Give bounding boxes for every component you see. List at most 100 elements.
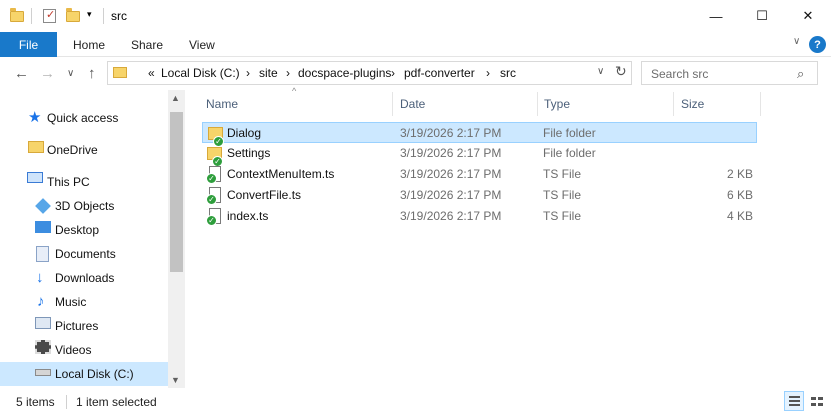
pictures-icon — [35, 317, 51, 329]
sidebar-item-label: OneDrive — [47, 143, 98, 157]
help-icon[interactable]: ? — [809, 36, 826, 53]
properties-icon[interactable] — [42, 8, 58, 24]
breadcrumb-docspace-plugins[interactable]: docspace-plugins — [298, 66, 391, 80]
forward-button[interactable]: → — [40, 65, 55, 82]
navigation-pane: ★ Quick access OneDrive This PC 3D Objec… — [0, 90, 186, 388]
file-row-convertfile[interactable]: ✓ ConvertFile.ts 3/19/2026 2:17 PM TS Fi… — [202, 185, 757, 206]
scroll-down-icon[interactable]: ▼ — [171, 375, 180, 385]
desktop-icon — [35, 221, 51, 233]
typescript-file-icon: ✓ — [206, 187, 221, 205]
typescript-file-icon: ✓ — [206, 166, 221, 184]
column-header-type[interactable]: Type — [544, 92, 570, 116]
folder-icon: ✓ — [208, 127, 224, 147]
folder-icon: ✓ — [207, 147, 223, 167]
local-disk-icon — [35, 369, 51, 376]
file-type: File folder — [543, 126, 596, 140]
sync-status-icon: ✓ — [206, 215, 217, 226]
sidebar-item-music[interactable]: ♪ Music — [0, 290, 168, 314]
sidebar-item-label: 3D Objects — [55, 199, 115, 213]
column-divider[interactable] — [392, 92, 393, 116]
file-date: 3/19/2026 2:17 PM — [400, 126, 502, 140]
sidebar-item-videos[interactable]: Videos — [0, 338, 168, 362]
breadcrumb-overflow[interactable]: « — [148, 66, 155, 80]
refresh-icon[interactable]: ↻ — [615, 63, 627, 80]
file-row-index[interactable]: ✓ index.ts 3/19/2026 2:17 PM TS File 4 K… — [202, 206, 757, 227]
column-divider[interactable] — [537, 92, 538, 116]
breadcrumb-site[interactable]: site — [259, 66, 278, 80]
column-header-size[interactable]: Size — [681, 92, 704, 116]
file-row-contextmenuitem[interactable]: ✓ ContextMenuItem.ts 3/19/2026 2:17 PM T… — [202, 164, 757, 185]
tab-share[interactable]: Share — [131, 38, 163, 52]
breadcrumb-separator[interactable]: › — [486, 66, 490, 80]
sidebar-item-pictures[interactable]: Pictures — [0, 314, 168, 338]
sidebar-item-local-disk[interactable]: Local Disk (C:) — [0, 362, 168, 386]
sidebar-item-3d-objects[interactable]: 3D Objects — [0, 194, 168, 218]
sidebar-item-label: This PC — [47, 175, 90, 189]
file-size: 4 KB — [726, 209, 753, 223]
breadcrumb-separator[interactable]: › — [286, 66, 290, 80]
sidebar-item-onedrive[interactable]: OneDrive — [0, 138, 168, 162]
breadcrumb-separator[interactable]: › — [391, 66, 395, 80]
breadcrumb-local-disk[interactable]: Local Disk (C:) — [161, 66, 240, 80]
sidebar-item-quick-access[interactable]: ★ Quick access — [0, 106, 168, 130]
separator — [66, 395, 67, 409]
up-button[interactable]: ↑ — [88, 65, 96, 82]
folder-icon — [10, 8, 26, 24]
sidebar-item-label: Documents — [55, 247, 116, 261]
breadcrumb-pdf-converter[interactable]: pdf-converter — [404, 66, 475, 80]
tab-file[interactable]: File — [0, 32, 57, 57]
sidebar-item-label: Downloads — [55, 271, 115, 285]
selection-count: 1 item selected — [76, 395, 157, 409]
address-bar[interactable]: « Local Disk (C:) › site › docspace-plug… — [107, 61, 632, 85]
search-box[interactable]: Search src ⌕ — [641, 61, 818, 85]
expand-ribbon-icon[interactable]: ∨ — [793, 36, 800, 47]
sidebar-item-desktop[interactable]: Desktop — [0, 218, 168, 242]
file-row-dialog[interactable]: ✓ Dialog 3/19/2026 2:17 PM File folder — [202, 122, 757, 147]
3d-objects-icon — [35, 198, 51, 214]
sidebar-item-this-pc[interactable]: This PC — [0, 170, 168, 194]
breadcrumb-src[interactable]: src — [500, 66, 516, 80]
address-dropdown-icon[interactable]: ∨ — [597, 66, 604, 77]
sync-status-icon: ✓ — [206, 173, 217, 184]
back-button[interactable]: ← — [14, 65, 29, 82]
close-button[interactable]: ✕ — [785, 0, 831, 32]
sidebar-item-downloads[interactable]: ↓ Downloads — [0, 266, 168, 290]
file-date: 3/19/2026 2:17 PM — [400, 167, 502, 181]
quick-access-dropdown[interactable]: ▾ — [87, 9, 92, 20]
column-divider[interactable] — [760, 92, 761, 116]
tab-view[interactable]: View — [189, 38, 215, 52]
sidebar-item-label: Local Disk (C:) — [55, 367, 134, 381]
breadcrumb-separator[interactable]: › — [246, 66, 250, 80]
file-date: 3/19/2026 2:17 PM — [400, 146, 502, 160]
ribbon: File Home Share View ∨ ? — [0, 32, 831, 57]
details-view-button[interactable] — [784, 391, 804, 411]
sidebar-scrollbar[interactable]: ▲ ▼ — [168, 90, 185, 388]
minimize-button[interactable]: — — [693, 0, 739, 32]
maximize-button[interactable]: ☐ — [739, 0, 785, 32]
file-date: 3/19/2026 2:17 PM — [400, 188, 502, 202]
downloads-icon: ↓ — [36, 269, 44, 286]
sync-status-icon: ✓ — [206, 194, 217, 205]
window-title: src — [111, 9, 127, 23]
file-name: ContextMenuItem.ts — [227, 167, 335, 181]
file-name: index.ts — [227, 209, 269, 223]
large-icons-view-button[interactable] — [806, 391, 826, 411]
separator — [31, 8, 32, 24]
tab-home[interactable]: Home — [73, 38, 105, 52]
search-input[interactable]: Search src — [651, 67, 708, 81]
star-icon: ★ — [28, 109, 42, 126]
file-name: Settings — [227, 146, 271, 160]
scroll-up-icon[interactable]: ▲ — [171, 93, 180, 103]
scrollbar-thumb[interactable] — [170, 112, 183, 272]
column-divider[interactable] — [673, 92, 674, 116]
column-header-name[interactable]: Name — [206, 92, 238, 116]
column-header-date[interactable]: Date — [400, 92, 425, 116]
sidebar-item-documents[interactable]: Documents — [0, 242, 168, 266]
videos-icon — [35, 340, 51, 354]
recent-locations-button[interactable]: ∨ — [67, 68, 74, 79]
status-bar: 5 items 1 item selected — [0, 388, 831, 414]
file-row-settings[interactable]: ✓ Settings 3/19/2026 2:17 PM File folder — [202, 143, 757, 167]
separator — [103, 8, 104, 24]
new-folder-icon[interactable] — [66, 8, 82, 24]
search-icon[interactable]: ⌕ — [797, 66, 804, 82]
